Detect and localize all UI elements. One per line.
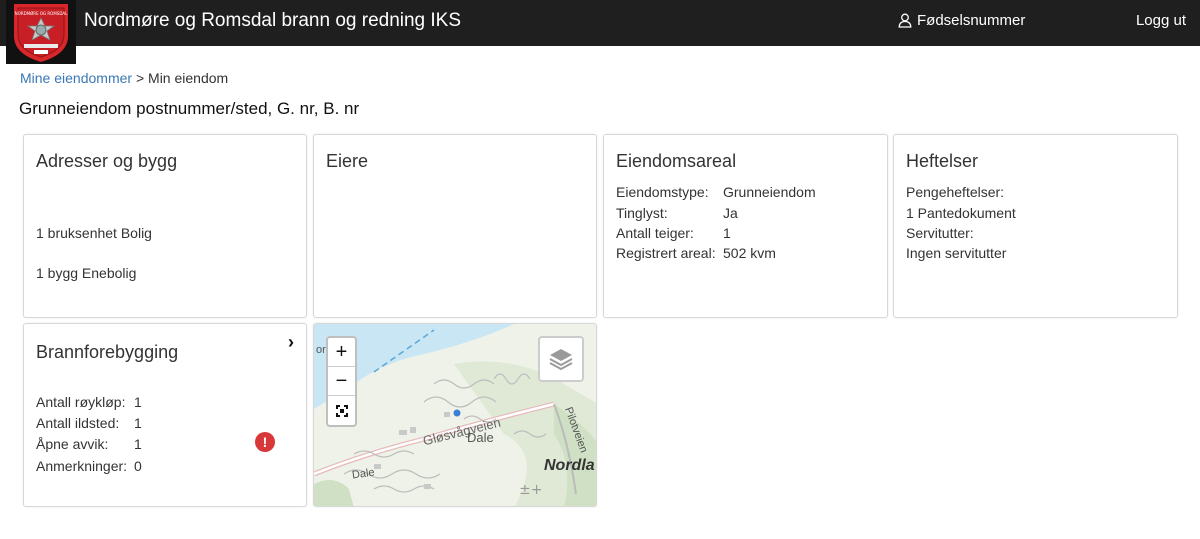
map-attribution-icon: ±+ — [519, 482, 542, 498]
chimney-count-value: 1 — [134, 394, 142, 410]
top-navbar: NORDMØRE OG ROMSDAL Nordmøre og Romsdal … — [0, 0, 1200, 64]
easements-heading: Servitutter: — [906, 225, 974, 241]
warning-alert-icon: ! — [255, 432, 275, 452]
layers-icon — [549, 349, 573, 371]
property-type-value: Grunneiendom — [723, 184, 816, 200]
parcel-count-value: 1 — [723, 225, 731, 241]
page-title: Grunneiendom postnummer/sted, G. nr, B. … — [19, 99, 360, 118]
breadcrumb-separator: > — [135, 70, 145, 86]
remarks-label: Anmerkninger: — [36, 458, 128, 474]
user-icon — [898, 13, 912, 28]
card-title: Eiendomsareal — [616, 151, 737, 171]
property-area-card[interactable]: Eiendomsareal Eiendomstype: Grunneiendom… — [603, 134, 888, 318]
map-zoom-controls: + − — [326, 336, 357, 427]
breadcrumb: Mine eiendommer > Min eiendom — [20, 70, 228, 86]
map-label-area: Dale — [467, 430, 494, 445]
zoom-out-button[interactable]: − — [328, 367, 355, 396]
svg-text:NORDMØRE OG ROMSDAL: NORDMØRE OG ROMSDAL — [15, 11, 68, 16]
remarks-value: 0 — [134, 458, 142, 474]
fireplace-count-value: 1 — [134, 415, 142, 431]
registered-value: Ja — [723, 205, 738, 221]
units-text: 1 bruksenhet Bolig — [36, 225, 152, 241]
zoom-in-button[interactable]: + — [328, 338, 355, 367]
property-type-label: Eiendomstype: — [616, 184, 709, 200]
fullscreen-icon — [335, 404, 348, 417]
user-label: Fødselsnummer — [917, 12, 1026, 29]
chevron-right-icon[interactable]: › — [288, 332, 294, 353]
mortgage-value: 1 Pantedokument — [906, 205, 1016, 221]
chimney-count-label: Antall røykløp: — [36, 394, 126, 410]
mortgage-heading: Pengeheftelser: — [906, 184, 1005, 200]
fullscreen-button[interactable] — [328, 396, 355, 425]
area-value: 502 kvm — [723, 245, 776, 261]
open-deviations-value: 1 — [134, 436, 142, 452]
breadcrumb-link-mine-eiendommer[interactable]: Mine eiendommer — [20, 70, 132, 86]
encumbrances-card[interactable]: Heftelser Pengeheftelser: 1 Pantedokumen… — [893, 134, 1178, 318]
layers-button[interactable] — [538, 336, 584, 382]
logo[interactable]: NORDMØRE OG ROMSDAL — [6, 0, 76, 64]
app-title: Nordmøre og Romsdal brann og redning IKS — [84, 10, 462, 31]
owners-card[interactable]: Eiere — [313, 134, 597, 318]
area-label: Registrert areal: — [616, 245, 716, 261]
registered-label: Tinglyst: — [616, 205, 668, 221]
card-title: Adresser og bygg — [36, 151, 178, 171]
breadcrumb-current: Min eiendom — [148, 70, 229, 86]
map-card[interactable]: ±+ Gløsvågveien Dale Dale Nordla Pilotve… — [313, 323, 597, 507]
property-marker-icon — [453, 409, 461, 417]
parcel-count-label: Antall teiger: — [616, 225, 694, 241]
card-title: Heftelser — [906, 151, 979, 171]
card-title: Eiere — [326, 151, 369, 171]
map-label-area-3: Nordla — [544, 457, 595, 474]
fire-prevention-card[interactable]: Brannforebygging › Antall røykløp: 1 Ant… — [23, 323, 307, 507]
logout-link[interactable]: Logg ut — [1136, 12, 1186, 29]
fireplace-count-label: Antall ildsted: — [36, 415, 120, 431]
fire-department-emblem-icon: NORDMØRE OG ROMSDAL — [6, 0, 76, 64]
open-deviations-label: Åpne avvik: — [36, 436, 109, 452]
card-title: Brannforebygging — [36, 342, 179, 362]
easements-value: Ingen servitutter — [906, 245, 1007, 261]
addresses-card[interactable]: Adresser og bygg 1 bruksenhet Bolig 1 by… — [23, 134, 307, 318]
user-menu-link[interactable]: Fødselsnummer — [898, 12, 1025, 29]
buildings-text: 1 bygg Enebolig — [36, 265, 137, 281]
